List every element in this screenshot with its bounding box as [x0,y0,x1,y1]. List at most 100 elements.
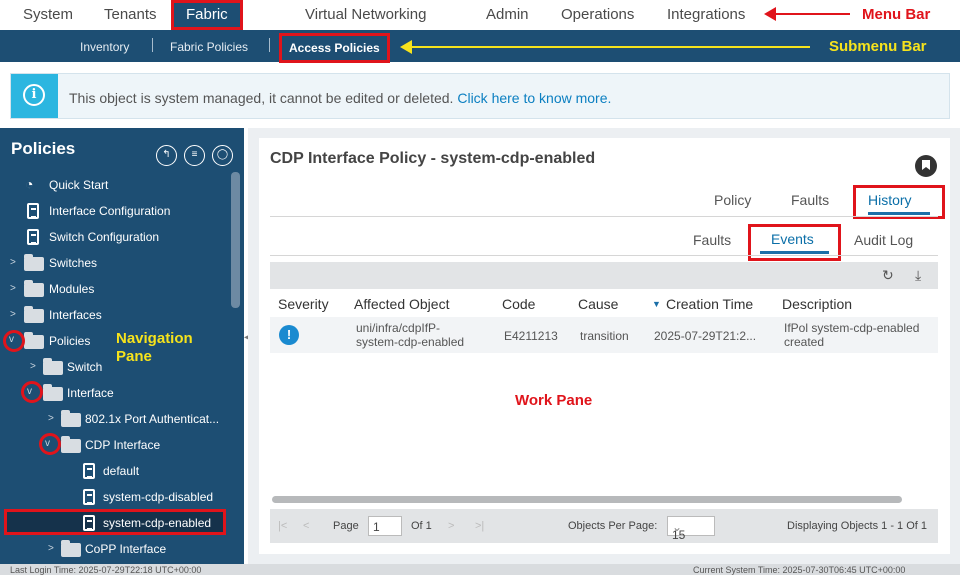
tab-history-label: History [868,192,912,208]
tab-active-underline [868,212,930,215]
last-page-icon[interactable]: >| [475,520,484,532]
submenu-inventory[interactable]: Inventory [80,40,129,54]
chevron-right-icon[interactable]: > [10,309,16,320]
column-cause[interactable]: Cause [578,296,618,312]
quick-start-icon: ◔ [25,176,34,192]
nav-item-system-cdp-disabled[interactable]: system-cdp-disabled [0,486,230,508]
submenu-access-policies[interactable]: Access Policies [279,33,390,63]
nav-item-label: Switch Configuration [49,230,160,244]
column-description[interactable]: Description [782,296,852,312]
current-system-time: Current System Time: 2025-07-30T06:45 UT… [693,565,906,575]
nav-item-quick-start[interactable]: ◔ Quick Start [0,174,230,196]
nav-item-interface-configuration[interactable]: Interface Configuration [0,200,230,222]
subtab-audit-log[interactable]: Audit Log [854,232,913,248]
submenu-bar-annotation: Submenu Bar [829,38,927,55]
subtab-faults[interactable]: Faults [693,232,731,248]
sort-desc-icon[interactable]: ▼ [652,299,661,309]
chevron-right-icon[interactable]: > [48,543,54,554]
list-icon[interactable]: ≡ [184,145,205,166]
document-icon [27,203,39,219]
menu-bar: System Tenants Fabric Virtual Networking… [0,0,960,30]
expand-highlight-circle [3,330,25,352]
nav-item-system-cdp-enabled[interactable]: system-cdp-enabled [0,512,230,534]
quick-start-icon[interactable]: ↰ [156,145,177,166]
chevron-right-icon[interactable]: > [30,361,36,372]
page-title: CDP Interface Policy - system-cdp-enable… [270,150,596,167]
first-page-icon[interactable]: |< [278,520,287,532]
nav-item-label: system-cdp-disabled [103,490,214,504]
bookmark-icon[interactable] [915,155,937,177]
column-creation-time[interactable]: Creation Time [666,296,753,312]
page-input[interactable]: 1 [368,516,402,536]
nav-item-default[interactable]: default [0,460,230,482]
nav-item-switches[interactable]: > Switches [0,252,230,274]
nav-item-label: Modules [49,282,95,296]
nav-item-label: Interface Configuration [49,204,171,218]
nav-title: Policies [11,139,76,158]
document-icon [83,515,95,531]
column-code[interactable]: Code [502,296,535,312]
subtabs-divider [270,255,938,256]
folder-icon [24,254,44,271]
document-icon [83,463,95,479]
menu-admin[interactable]: Admin [486,6,529,23]
folder-icon [24,280,44,297]
tab-history[interactable]: History [853,185,945,219]
per-page-select[interactable]: 15 ⌄ [667,516,715,542]
column-affected-object[interactable]: Affected Object [354,296,449,312]
tab-policy[interactable]: Policy [714,192,751,208]
nav-item-label: Switches [49,256,98,270]
horizontal-scrollbar[interactable] [272,496,902,503]
menu-fabric[interactable]: Fabric [171,0,243,30]
menu-system[interactable]: System [23,6,73,23]
nav-item-label: system-cdp-enabled [103,516,212,530]
nav-item-label: Interface [67,386,114,400]
nav-item-cdp-interface[interactable]: v CDP Interface [0,434,230,456]
menu-virtual-networking[interactable]: Virtual Networking [305,6,426,23]
refresh-icon[interactable]: ↻ [882,267,894,284]
subtab-active-underline [760,251,829,254]
folder-icon [43,384,63,401]
event-cause: transition [580,329,629,343]
menu-integrations[interactable]: Integrations [667,6,745,23]
info-banner-accent: i [11,74,58,118]
nav-item-switch-configuration[interactable]: Switch Configuration [0,226,230,248]
document-icon [27,229,39,245]
event-code: E4211213 [504,329,558,343]
next-page-icon[interactable]: > [448,520,454,532]
chevron-right-icon[interactable]: > [48,413,54,424]
know-more-link[interactable]: Click here to know more. [457,90,611,106]
tab-faults[interactable]: Faults [791,192,829,208]
nav-scrollbar[interactable] [231,172,240,308]
nav-item-copp-interface[interactable]: > CoPP Interface [0,538,230,560]
nav-item-modules[interactable]: > Modules [0,278,230,300]
nav-item-802-1x[interactable]: > 802.1x Port Authenticat... [0,408,230,430]
menu-operations[interactable]: Operations [561,6,634,23]
nav-item-interfaces[interactable]: > Interfaces [0,304,230,326]
nav-item-label: Policies [49,334,91,348]
download-icon[interactable]: ⤓ [915,267,921,284]
severity-info-icon: ! [279,325,299,345]
submenu-separator [269,38,270,52]
affected-object-line-1: uni/infra/cdpIfP- [356,321,441,335]
prev-page-icon[interactable]: < [303,520,309,532]
menu-bar-arrow [764,7,850,21]
description-line-2: created [784,335,825,349]
table-row[interactable]: ! uni/infra/cdpIfP- system-cdp-enabled E… [270,317,938,353]
subtab-events-label: Events [771,231,814,247]
page-of-label: Of 1 [411,520,432,532]
status-footer: Last Login Time: 2025-07-29T22:18 UTC+00… [0,564,960,575]
chevron-right-icon[interactable]: > [10,283,16,294]
nav-item-label: default [103,464,140,478]
refresh-icon[interactable]: ◯ [212,145,233,166]
navigation-pane: Policies ↰ ≡ ◯ ◔ Quick Start Interface C… [0,128,244,564]
menu-tenants[interactable]: Tenants [104,6,157,23]
nav-item-label: Quick Start [49,178,109,192]
submenu-fabric-policies[interactable]: Fabric Policies [170,40,248,54]
folder-icon [43,358,63,375]
column-severity[interactable]: Severity [278,296,329,312]
chevron-right-icon[interactable]: > [10,257,16,268]
menu-bar-annotation: Menu Bar [862,6,931,23]
event-creation-time: 2025-07-29T21:2... [654,329,757,343]
info-banner-message: This object is system managed, it cannot… [69,90,611,106]
